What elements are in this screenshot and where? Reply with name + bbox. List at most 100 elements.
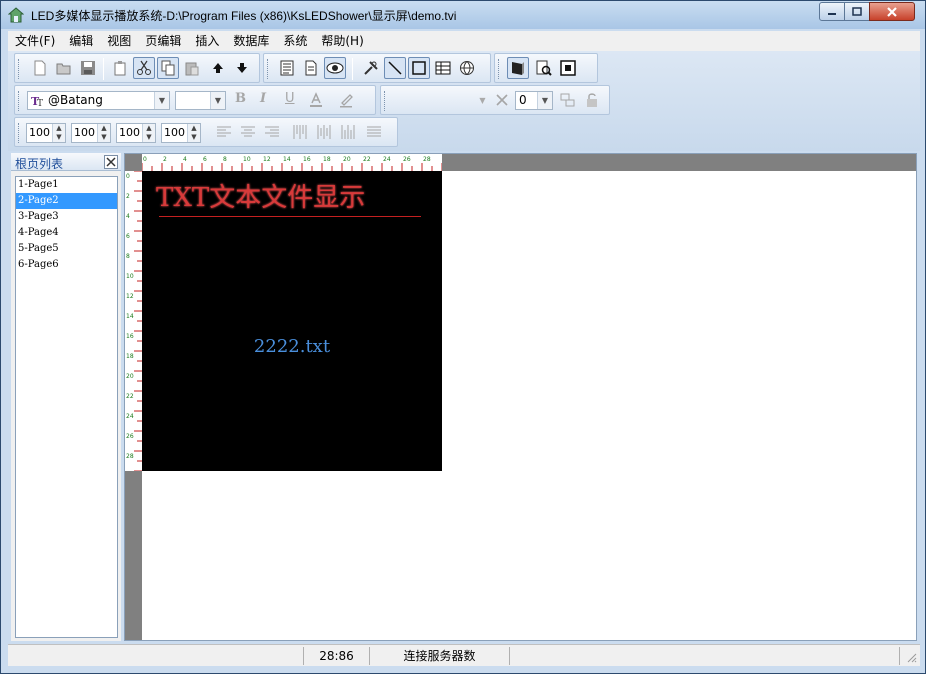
ruler-label: 8 bbox=[223, 156, 227, 163]
align-center-button[interactable] bbox=[237, 121, 259, 143]
page-preview-button[interactable] bbox=[533, 57, 555, 79]
page-list-item-selected[interactable]: 2-Page2 bbox=[16, 193, 117, 209]
page-list[interactable]: 1-Page1 2-Page2 3-Page3 4-Page4 5-Page5 … bbox=[15, 176, 118, 638]
vertical-ruler-scale: 024681012141618202224262830 bbox=[126, 170, 142, 480]
underline-button[interactable]: U bbox=[285, 91, 295, 106]
font-size-select[interactable]: ▼ bbox=[175, 91, 226, 110]
valign-bottom-icon bbox=[341, 125, 355, 139]
canvas-divider-line[interactable] bbox=[159, 216, 421, 217]
panel-close-button[interactable] bbox=[104, 155, 118, 169]
spin-field-1[interactable]: 100 ▲ ▼ bbox=[26, 123, 66, 143]
spin-up-icon[interactable]: ▲ bbox=[52, 124, 65, 133]
property-select[interactable]: ▼ bbox=[391, 91, 491, 110]
tools-button[interactable] bbox=[360, 57, 382, 79]
spin-up-icon[interactable]: ▲ bbox=[97, 124, 110, 133]
spin-down-icon[interactable]: ▼ bbox=[142, 133, 155, 142]
toolbar-grip[interactable] bbox=[267, 59, 270, 79]
menu-page-edit[interactable]: 页编辑 bbox=[138, 31, 188, 51]
new-button[interactable] bbox=[29, 57, 51, 79]
insert-file-button[interactable] bbox=[300, 57, 322, 79]
fullscreen-button[interactable] bbox=[557, 57, 579, 79]
cut-button[interactable] bbox=[133, 57, 155, 79]
canvas-title-text[interactable]: TXT文本文件显示 bbox=[156, 177, 436, 214]
menu-help[interactable]: 帮助(H) bbox=[314, 31, 370, 51]
toolbar-grip[interactable] bbox=[18, 59, 21, 79]
web-button[interactable] bbox=[456, 57, 478, 79]
italic-button[interactable]: I bbox=[260, 91, 266, 106]
spin-down-icon[interactable]: ▼ bbox=[187, 133, 200, 142]
spin-field-2[interactable]: 100 ▲ ▼ bbox=[71, 123, 111, 143]
chevron-down-icon[interactable]: ▼ bbox=[537, 92, 552, 109]
menu-database[interactable]: 数据库 bbox=[226, 31, 276, 51]
spin-up-icon[interactable]: ▲ bbox=[142, 124, 155, 133]
led-preview-canvas[interactable]: TXT文本文件显示 2222.txt bbox=[142, 171, 442, 471]
spin-up-icon[interactable]: ▲ bbox=[187, 124, 200, 133]
valign-bottom-button[interactable] bbox=[337, 121, 359, 143]
minimize-button[interactable] bbox=[819, 2, 845, 21]
table-tool-button[interactable] bbox=[432, 57, 454, 79]
rectangle-tool-button[interactable] bbox=[408, 57, 430, 79]
text-color-button[interactable] bbox=[305, 89, 327, 111]
highlight-button[interactable] bbox=[335, 89, 357, 111]
valign-top-button[interactable] bbox=[289, 121, 311, 143]
copy-icon bbox=[161, 60, 175, 76]
insert-text-button[interactable] bbox=[276, 57, 298, 79]
status-extra bbox=[510, 647, 900, 665]
paste-button[interactable] bbox=[181, 57, 203, 79]
design-workspace[interactable]: 024681012141618202224262830 024681012141… bbox=[124, 153, 917, 641]
page-list-item[interactable]: 4-Page4 bbox=[16, 225, 117, 241]
menu-system[interactable]: 系统 bbox=[276, 31, 314, 51]
font-name-select[interactable]: TT @Batang ▼ bbox=[27, 91, 170, 110]
page-list-item[interactable]: 3-Page3 bbox=[16, 209, 117, 225]
resize-grip-icon[interactable] bbox=[905, 651, 917, 663]
spin-down-icon[interactable]: ▼ bbox=[52, 133, 65, 142]
align-left-button[interactable] bbox=[213, 121, 235, 143]
maximize-button[interactable] bbox=[844, 2, 870, 21]
move-up-button[interactable] bbox=[207, 57, 229, 79]
value-select[interactable]: 0 ▼ bbox=[515, 91, 553, 110]
copy-button[interactable] bbox=[157, 57, 179, 79]
paste-format-button[interactable] bbox=[109, 57, 131, 79]
menu-insert[interactable]: 插入 bbox=[188, 31, 226, 51]
justify-button[interactable] bbox=[363, 121, 385, 143]
scissors-icon bbox=[137, 60, 151, 75]
page-list-item[interactable]: 5-Page5 bbox=[16, 241, 117, 257]
page-list-item[interactable]: 1-Page1 bbox=[16, 177, 117, 193]
toolbar-grip[interactable] bbox=[18, 123, 21, 143]
toolbar-grip[interactable] bbox=[384, 91, 387, 111]
align-right-button[interactable] bbox=[261, 121, 283, 143]
valign-middle-button[interactable] bbox=[313, 121, 335, 143]
toolbar-grip[interactable] bbox=[498, 59, 501, 79]
title-bar[interactable]: LED多媒体显示播放系统-D:\Program Files (x86)\KsLE… bbox=[1, 1, 925, 29]
ruler-label: 10 bbox=[243, 156, 251, 163]
lock-button[interactable] bbox=[581, 89, 603, 111]
move-down-button[interactable] bbox=[231, 57, 253, 79]
ruler-label: 12 bbox=[126, 293, 134, 300]
bold-button[interactable]: B bbox=[235, 91, 246, 106]
preview-button[interactable] bbox=[324, 57, 346, 79]
close-button[interactable] bbox=[869, 2, 915, 21]
delete-button[interactable] bbox=[491, 89, 513, 111]
layer-button[interactable] bbox=[557, 89, 579, 111]
chevron-down-icon[interactable]: ▼ bbox=[154, 92, 169, 109]
page-play-button[interactable] bbox=[507, 57, 529, 79]
menu-file[interactable]: 文件(F) bbox=[8, 31, 62, 51]
page-list-item[interactable]: 6-Page6 bbox=[16, 257, 117, 273]
chevron-down-icon[interactable]: ▼ bbox=[210, 92, 225, 109]
save-button[interactable] bbox=[77, 57, 99, 79]
ruler-label: 2 bbox=[126, 193, 130, 200]
spin-field-4[interactable]: 100 ▲ ▼ bbox=[161, 123, 201, 143]
menu-view[interactable]: 视图 bbox=[100, 31, 138, 51]
toolbar-grip[interactable] bbox=[18, 91, 21, 111]
ruler-label: 0 bbox=[143, 156, 147, 163]
save-icon bbox=[81, 61, 95, 75]
spin-field-3[interactable]: 100 ▲ ▼ bbox=[116, 123, 156, 143]
line-tool-button[interactable] bbox=[384, 57, 406, 79]
spin-down-icon[interactable]: ▼ bbox=[97, 133, 110, 142]
canvas-file-text[interactable]: 2222.txt bbox=[142, 336, 442, 357]
menu-edit[interactable]: 编辑 bbox=[62, 31, 100, 51]
ruler-label: 2 bbox=[163, 156, 167, 163]
open-button[interactable] bbox=[53, 57, 75, 79]
menu-bar: 文件(F) 编辑 视图 页编辑 插入 数据库 系统 帮助(H) bbox=[8, 31, 920, 51]
chevron-down-icon[interactable]: ▼ bbox=[475, 92, 490, 109]
